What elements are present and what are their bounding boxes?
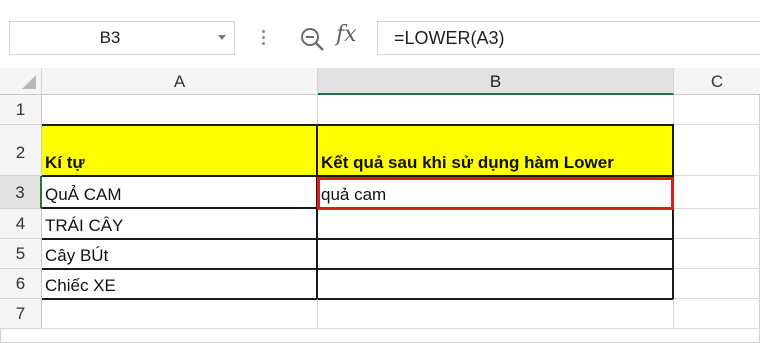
cell-a1[interactable] bbox=[42, 95, 318, 125]
drag-handle-icon[interactable] bbox=[262, 30, 266, 46]
cell-b1[interactable] bbox=[318, 95, 674, 125]
row-header-4[interactable]: 4 bbox=[0, 209, 42, 239]
cell-a2[interactable]: Kí tự bbox=[42, 124, 318, 177]
formula-input[interactable]: =LOWER(A3) bbox=[377, 21, 760, 55]
row-header-2[interactable]: 2 bbox=[0, 125, 42, 176]
cell-b2-text: Kết quả sau khi sử dụng hàm Lower bbox=[321, 153, 614, 172]
select-all-button[interactable] bbox=[0, 68, 42, 95]
cell-a4-text: TRÁI CÂY bbox=[45, 216, 124, 235]
cell-c1[interactable] bbox=[674, 95, 760, 125]
cell-a6-text: Chiếc XE bbox=[45, 276, 116, 295]
cell-a3-text: QuẢ CAM bbox=[45, 185, 122, 204]
name-box[interactable]: B3 bbox=[9, 21, 235, 55]
cell-c6[interactable] bbox=[674, 269, 760, 299]
name-box-value: B3 bbox=[99, 28, 121, 47]
cell-b6[interactable] bbox=[318, 269, 674, 300]
cell-c2[interactable] bbox=[674, 125, 760, 176]
cell-a3[interactable]: QuẢ CAM bbox=[42, 176, 318, 209]
cell-a7[interactable] bbox=[42, 299, 318, 329]
function-icon[interactable]: fx bbox=[336, 22, 357, 47]
zoom-icon[interactable] bbox=[299, 26, 325, 52]
formula-text: =LOWER(A3) bbox=[394, 28, 505, 48]
row-header-1[interactable]: 1 bbox=[0, 95, 42, 125]
cell-b2[interactable]: Kết quả sau khi sử dụng hàm Lower bbox=[318, 124, 674, 177]
chevron-down-icon[interactable] bbox=[218, 35, 226, 40]
row-header-5[interactable]: 5 bbox=[0, 239, 42, 269]
cell-c7[interactable] bbox=[674, 299, 760, 329]
cell-b4[interactable] bbox=[318, 209, 674, 240]
formula-bar: B3 fx =LOWER(A3) bbox=[0, 0, 760, 68]
cell-a5[interactable]: Cây BÚt bbox=[42, 239, 318, 270]
cell-c4[interactable] bbox=[674, 209, 760, 239]
row-header-6[interactable]: 6 bbox=[0, 269, 42, 299]
cell-a4[interactable]: TRÁI CÂY bbox=[42, 209, 318, 240]
column-header-c[interactable]: C bbox=[674, 68, 760, 95]
cell-b5[interactable] bbox=[318, 239, 674, 270]
cell-a5-text: Cây BÚt bbox=[45, 246, 109, 265]
row-header-7[interactable]: 7 bbox=[0, 299, 42, 329]
column-header-a[interactable]: A bbox=[42, 68, 318, 95]
cell-b7[interactable] bbox=[318, 299, 674, 329]
cell-a2-text: Kí tự bbox=[45, 153, 85, 172]
cell-c3[interactable] bbox=[674, 176, 760, 209]
column-header-b[interactable]: B bbox=[318, 68, 674, 95]
row-header-3[interactable]: 3 bbox=[0, 176, 42, 209]
cell-c5[interactable] bbox=[674, 239, 760, 269]
cell-a6[interactable]: Chiếc XE bbox=[42, 269, 318, 300]
active-cell-highlight bbox=[317, 177, 674, 210]
